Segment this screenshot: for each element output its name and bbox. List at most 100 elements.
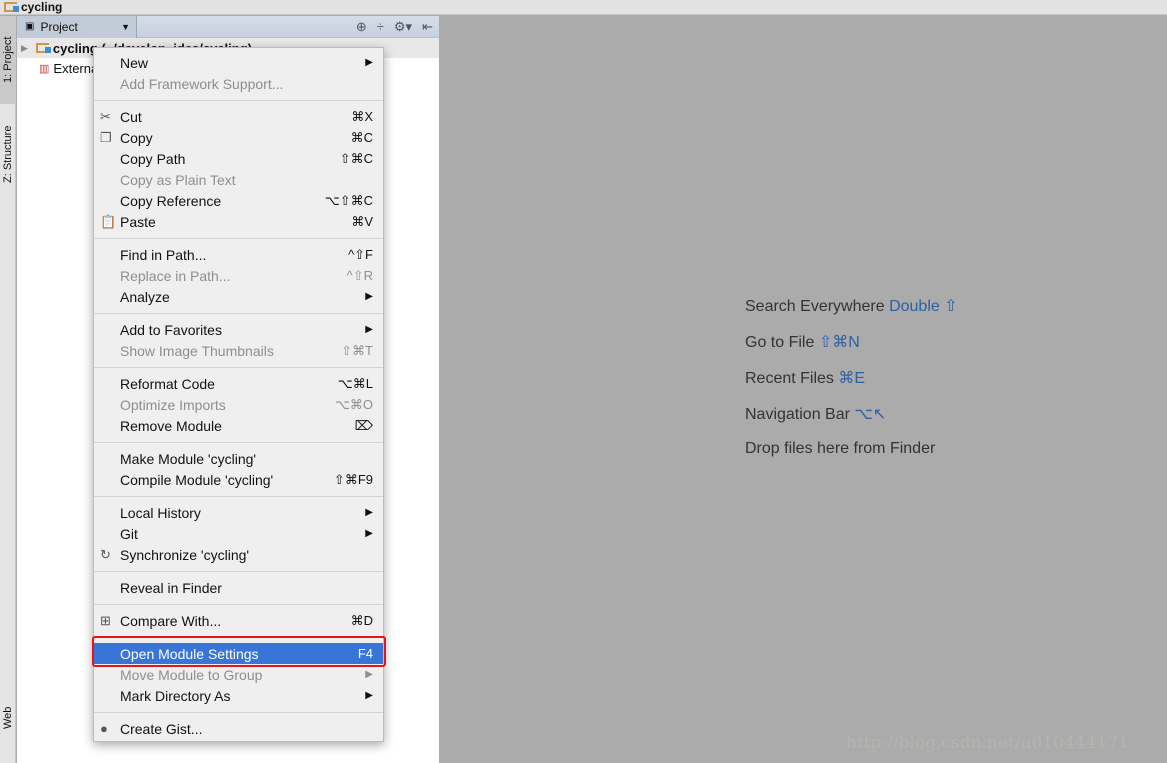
menu-item-analyze[interactable]: Analyze ▶ [94, 286, 383, 307]
submenu-arrow-icon: ▶ [365, 669, 373, 680]
menu-item-optimize-imports[interactable]: Optimize Imports ⌥⌘O [94, 394, 383, 415]
hint-text: Navigation Bar [745, 406, 850, 423]
menu-item-replace-in-path[interactable]: Replace in Path... ^⇧R [94, 265, 383, 286]
menu-separator [94, 436, 383, 448]
view-selector[interactable]: ▣ Project ▼ [17, 15, 137, 38]
shortcut-label: ⌘C [350, 129, 373, 145]
menu-item-local-history[interactable]: Local History ▶ [94, 502, 383, 523]
menu-item-git[interactable]: Git ▶ [94, 523, 383, 544]
shortcut-label: ⌥⇧⌘C [324, 192, 373, 208]
menu-item-label: Reveal in Finder [120, 579, 222, 596]
menu-item-add-framework-support[interactable]: Add Framework Support... [94, 73, 383, 94]
menu-item-paste[interactable]: 📋 Paste ⌘V [94, 211, 383, 232]
folder-icon [4, 2, 19, 12]
submenu-arrow-icon: ▶ [365, 528, 373, 539]
breadcrumb-cycling[interactable]: cycling [21, 0, 62, 14]
menu-item-reveal-in-finder[interactable]: Reveal in Finder [94, 577, 383, 598]
menu-item-copy[interactable]: ❐ Copy ⌘C [94, 127, 383, 148]
tab-structure[interactable]: Z: Structure [0, 112, 16, 196]
submenu-arrow-icon: ▶ [365, 324, 373, 335]
shortcut-label: ⇧⌘C [339, 150, 373, 166]
menu-item-make-module-cycling[interactable]: Make Module 'cycling' [94, 448, 383, 469]
menu-item-label: Open Module Settings [120, 645, 259, 662]
menu-icon: ↻ [100, 546, 111, 562]
menu-item-label: Move Module to Group [120, 666, 263, 683]
menu-icon: ● [100, 721, 108, 736]
hint-shortcut: ⌥↖ [854, 406, 887, 423]
shortcut-label: ⌥⌘L [337, 375, 373, 391]
menu-item-label: Analyze [120, 288, 170, 305]
library-icon: ▥ [39, 62, 50, 75]
hint-line: Go to File ⇧⌘N [745, 332, 958, 368]
menu-item-label: Mark Directory As [120, 687, 231, 704]
menu-item-add-to-favorites[interactable]: Add to Favorites ▶ [94, 319, 383, 340]
menu-item-label: Copy [120, 129, 153, 146]
shortcut-label: ^⇧R [346, 267, 373, 283]
menu-item-move-module-to-group[interactable]: Move Module to Group ▶ [94, 664, 383, 685]
menu-item-open-module-settings[interactable]: Open Module Settings F4 [94, 643, 383, 664]
menu-item-create-gist[interactable]: ● Create Gist... [94, 718, 383, 739]
hint-shortcut: ⌘E [838, 370, 866, 387]
menu-item-label: Replace in Path... [120, 267, 231, 284]
hint-text: Recent Files [745, 370, 834, 387]
menu-item-label: Optimize Imports [120, 396, 226, 413]
project-toolbar: ▣ Project ▼ ⊕ ÷ ⚙▾ ⇤ [17, 15, 439, 38]
expand-arrow-icon[interactable]: ▶ [21, 43, 28, 54]
menu-item-mark-directory-as[interactable]: Mark Directory As ▶ [94, 685, 383, 706]
hint-line: Drop files here from Finder [745, 440, 958, 476]
shortcut-label: ^⇧F [348, 246, 373, 262]
menu-separator [94, 598, 383, 610]
menu-item-label: Show Image Thumbnails [120, 342, 274, 359]
menu-item-label: Cut [120, 108, 142, 125]
menu-item-reformat-code[interactable]: Reformat Code ⌥⌘L [94, 373, 383, 394]
project-view-icon: ▣ [25, 21, 35, 32]
menu-item-remove-module[interactable]: Remove Module ⌦ [94, 415, 383, 436]
menu-separator [94, 631, 383, 643]
shortcut-label: ⇧⌘F9 [333, 471, 373, 487]
collapse-all-icon[interactable]: ÷ [377, 19, 384, 34]
tab-web[interactable]: Web [0, 696, 16, 740]
menu-separator [94, 94, 383, 106]
navigation-bar: cycling [0, 0, 1167, 15]
submenu-arrow-icon: ▶ [365, 507, 373, 518]
view-selector-label: Project [40, 19, 78, 34]
menu-item-copy-path[interactable]: Copy Path ⇧⌘C [94, 148, 383, 169]
hint-text: Go to File [745, 334, 815, 351]
menu-item-find-in-path[interactable]: Find in Path... ^⇧F [94, 244, 383, 265]
menu-icon: 📋 [100, 213, 117, 229]
submenu-arrow-icon: ▶ [365, 57, 373, 68]
scroll-from-source-icon[interactable]: ⊕ [356, 19, 367, 35]
menu-item-label: Copy Path [120, 150, 186, 167]
menu-separator [94, 361, 383, 373]
shortcut-label: ⌘V [351, 213, 373, 229]
menu-item-new[interactable]: New ▶ [94, 52, 383, 73]
menu-item-copy-reference[interactable]: Copy Reference ⌥⇧⌘C [94, 190, 383, 211]
menu-item-label: Remove Module [120, 417, 222, 434]
menu-item-label: Add Framework Support... [120, 75, 284, 92]
menu-item-synchronize-cycling[interactable]: ↻ Synchronize 'cycling' [94, 544, 383, 565]
menu-separator [94, 706, 383, 718]
shortcut-label: ⌦ [354, 417, 373, 433]
menu-item-cut[interactable]: ✂ Cut ⌘X [94, 106, 383, 127]
shortcut-label: ⌘D [350, 612, 373, 628]
hide-panel-icon[interactable]: ⇤ [422, 19, 433, 35]
menu-item-label: Copy Reference [120, 192, 222, 209]
hint-shortcut: ⇧⌘N [818, 334, 860, 351]
menu-item-copy-as-plain-text[interactable]: Copy as Plain Text [94, 169, 383, 190]
hint-text: Search Everywhere [745, 298, 885, 315]
menu-item-label: Add to Favorites [120, 321, 222, 338]
hint-line: Navigation Bar ⌥↖ [745, 404, 958, 440]
menu-separator [94, 232, 383, 244]
tab-project[interactable]: 1: Project [0, 16, 16, 104]
menu-item-compare-with[interactable]: ⊞ Compare With... ⌘D [94, 610, 383, 631]
menu-item-compile-module-cycling[interactable]: Compile Module 'cycling' ⇧⌘F9 [94, 469, 383, 490]
shortcut-label: ⌥⌘O [334, 396, 373, 412]
chevron-down-icon: ▼ [121, 21, 130, 32]
gear-icon[interactable]: ⚙▾ [394, 19, 412, 35]
menu-item-label: Paste [120, 213, 156, 230]
menu-separator [94, 307, 383, 319]
submenu-arrow-icon: ▶ [365, 690, 373, 701]
menu-separator [94, 490, 383, 502]
menu-item-show-image-thumbnails[interactable]: Show Image Thumbnails ⇧⌘T [94, 340, 383, 361]
shortcut-label: ⌘X [351, 108, 373, 124]
